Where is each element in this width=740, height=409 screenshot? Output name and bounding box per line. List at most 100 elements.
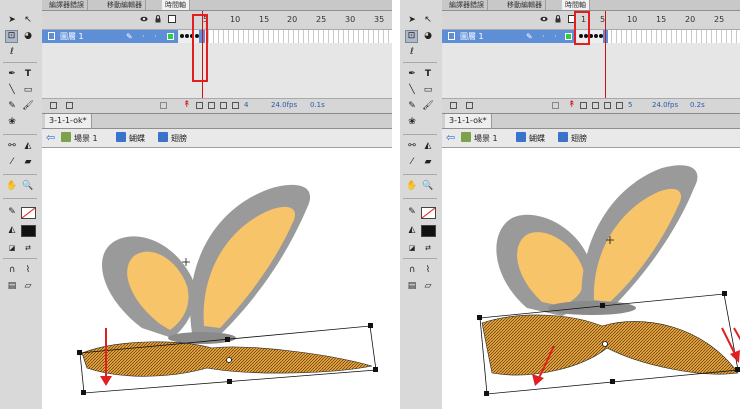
eyedropper-icon[interactable]: ⁄	[6, 156, 18, 168]
center-frame-icon[interactable]: ↟	[568, 100, 576, 110]
new-layer-icon[interactable]	[50, 102, 57, 109]
stroke-swatch[interactable]	[21, 207, 36, 219]
scale-icon[interactable]: ▱	[22, 280, 34, 292]
tab-motion-editor[interactable]: 移動編輯器	[104, 0, 146, 10]
eraser-icon[interactable]: ▰	[22, 156, 34, 168]
document-tab[interactable]: 3-1-1-ok*	[45, 114, 92, 128]
3d-rotation-icon[interactable]: ◕	[22, 30, 34, 42]
outline-icon[interactable]	[168, 15, 176, 23]
free-transform-icon[interactable]: ⊡	[5, 30, 18, 43]
frame-rate[interactable]: 24.0fps	[271, 101, 297, 109]
straighten-icon[interactable]: ▤	[6, 280, 18, 292]
tab-timeline[interactable]: 時間軸	[162, 0, 190, 10]
lasso-icon[interactable]: ℓ	[6, 46, 18, 58]
edit-multiple-icon[interactable]	[220, 102, 227, 109]
pencil-icon[interactable]: ✎	[406, 100, 418, 112]
subselect-tool-icon[interactable]: ↖	[22, 14, 34, 26]
smooth-icon[interactable]: ⌇	[22, 264, 34, 276]
transform-handle[interactable]	[722, 291, 727, 296]
zoom-icon[interactable]: 🔍	[22, 180, 34, 192]
delete-layer-icon[interactable]	[552, 102, 559, 109]
default-colors-icon[interactable]: ⇄	[22, 242, 34, 254]
deco-tool-icon[interactable]: ❀	[406, 116, 418, 128]
transform-handle[interactable]	[225, 337, 230, 342]
layer-row[interactable]: 圖層 1 ✎ · ·	[442, 30, 740, 43]
new-folder-icon[interactable]	[466, 102, 473, 109]
fill-color-icon[interactable]: ◭	[6, 224, 18, 236]
keyframe[interactable]	[594, 34, 598, 38]
free-transform-icon[interactable]: ⊡	[405, 30, 418, 43]
frame-rate[interactable]: 24.0fps	[652, 101, 678, 109]
lock-icon[interactable]	[554, 15, 562, 23]
transform-handle[interactable]	[77, 350, 82, 355]
fill-color-icon[interactable]: ◭	[406, 224, 418, 236]
tab-compiler-errors[interactable]: 編譯器錯誤	[46, 0, 88, 10]
straighten-icon[interactable]: ▤	[406, 280, 418, 292]
arrow-tool-icon[interactable]: ➤	[6, 14, 18, 26]
subselect-tool-icon[interactable]: ↖	[422, 14, 434, 26]
document-tab[interactable]: 3-1-1-ok*	[445, 114, 492, 128]
tab-timeline[interactable]: 時間軸	[562, 0, 590, 10]
transform-handle[interactable]	[735, 367, 740, 372]
arrow-tool-icon[interactable]: ➤	[406, 14, 418, 26]
swap-colors-icon[interactable]: ◪	[406, 242, 418, 254]
line-tool-icon[interactable]: ╲	[6, 84, 18, 96]
visibility-dot[interactable]: ·	[142, 30, 145, 43]
transform-center-point[interactable]	[226, 357, 232, 363]
brush-icon[interactable]: 🖌	[422, 100, 434, 112]
frame-strip[interactable]	[179, 30, 392, 43]
keyframe[interactable]	[180, 34, 184, 38]
eyedropper-icon[interactable]: ⁄	[406, 156, 418, 168]
zoom-icon[interactable]: 🔍	[422, 180, 434, 192]
transform-handle[interactable]	[477, 315, 482, 320]
playhead[interactable]	[605, 11, 606, 99]
3d-rotation-icon[interactable]: ◕	[422, 30, 434, 42]
center-frame-icon[interactable]: ↟	[183, 100, 191, 110]
paint-bucket-icon[interactable]: ◭	[22, 140, 34, 152]
eye-icon[interactable]	[540, 15, 548, 23]
onion-outline-icon[interactable]	[208, 102, 215, 109]
pen-tool-icon[interactable]: ✒	[6, 68, 18, 80]
onion-skin-icon[interactable]	[580, 102, 587, 109]
stroke-color-icon[interactable]: ✎	[6, 206, 18, 218]
scale-icon[interactable]: ▱	[422, 280, 434, 292]
snap-icon[interactable]: ∩	[406, 264, 418, 276]
delete-layer-icon[interactable]	[160, 102, 167, 109]
tab-motion-editor[interactable]: 移動編輯器	[504, 0, 546, 10]
onion-skin-icon[interactable]	[196, 102, 203, 109]
transform-handle[interactable]	[600, 303, 605, 308]
hand-icon[interactable]: ✋	[406, 180, 418, 192]
breadcrumb-scene[interactable]: 場景 1	[74, 133, 98, 144]
deco-tool-icon[interactable]: ❀	[6, 116, 18, 128]
eraser-icon[interactable]: ▰	[422, 156, 434, 168]
pencil-icon[interactable]: ✎	[6, 100, 18, 112]
fill-swatch[interactable]	[21, 225, 36, 237]
default-colors-icon[interactable]: ⇄	[422, 242, 434, 254]
transform-handle[interactable]	[373, 367, 378, 372]
keyframe[interactable]	[185, 34, 189, 38]
breadcrumb-scene[interactable]: 場景 1	[474, 133, 498, 144]
rectangle-tool-icon[interactable]: ▭	[422, 84, 434, 96]
transform-handle[interactable]	[610, 379, 615, 384]
outline-color-square[interactable]	[167, 33, 174, 40]
new-layer-icon[interactable]	[450, 102, 457, 109]
stage[interactable]	[42, 148, 392, 409]
snap-icon[interactable]: ∩	[6, 264, 18, 276]
lock-dot[interactable]: ·	[154, 30, 157, 43]
text-tool-icon[interactable]: T	[422, 68, 434, 80]
transform-handle[interactable]	[484, 391, 489, 396]
transform-handle[interactable]	[368, 323, 373, 328]
onion-markers-icon[interactable]	[232, 102, 239, 109]
eye-icon[interactable]	[140, 15, 148, 23]
tab-compiler-errors[interactable]: 編譯器錯誤	[446, 0, 488, 10]
breadcrumb-wing[interactable]: 翅膀	[171, 133, 187, 144]
hand-icon[interactable]: ✋	[6, 180, 18, 192]
onion-outline-icon[interactable]	[592, 102, 599, 109]
stroke-swatch[interactable]	[421, 207, 436, 219]
stage[interactable]	[442, 148, 740, 409]
layer-name-cell[interactable]: 圖層 1 ✎ · ·	[442, 30, 576, 43]
breadcrumb-butterfly[interactable]: 蝴蝶	[129, 133, 145, 144]
lasso-icon[interactable]: ℓ	[406, 46, 418, 58]
line-tool-icon[interactable]: ╲	[406, 84, 418, 96]
bone-tool-icon[interactable]: ⚯	[6, 140, 18, 152]
